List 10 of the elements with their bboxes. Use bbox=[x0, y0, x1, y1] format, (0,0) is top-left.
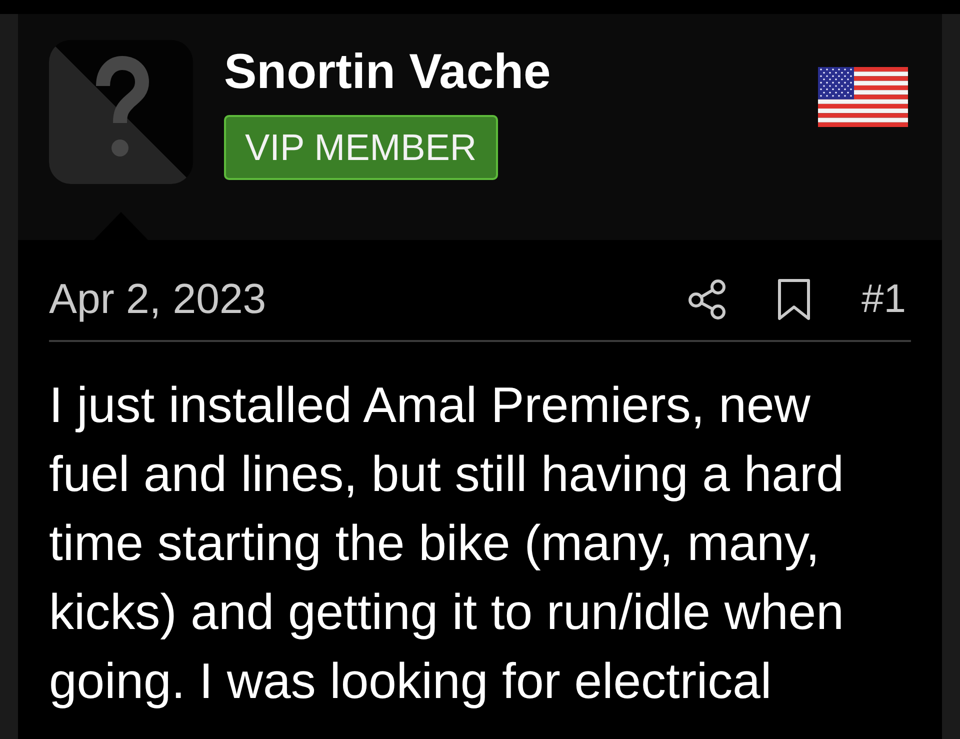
share-button[interactable] bbox=[688, 278, 726, 320]
post-date: Apr 2, 2023 bbox=[49, 275, 266, 323]
share-icon bbox=[688, 278, 726, 320]
flag-icon bbox=[818, 67, 908, 127]
bookmark-button[interactable] bbox=[778, 278, 810, 320]
bookmark-icon bbox=[778, 278, 810, 320]
post-number[interactable]: #1 bbox=[862, 275, 906, 323]
member-badge: VIP MEMBER bbox=[224, 115, 498, 180]
post-text: I just installed Amal Premiers, new fuel and lines, but still having a hard time starting the bike (many, many, kicks) and getting it to run/idle when going. I was looking for electrical bbox=[49, 376, 845, 711]
author-name[interactable]: Snortin Vache bbox=[224, 44, 551, 100]
